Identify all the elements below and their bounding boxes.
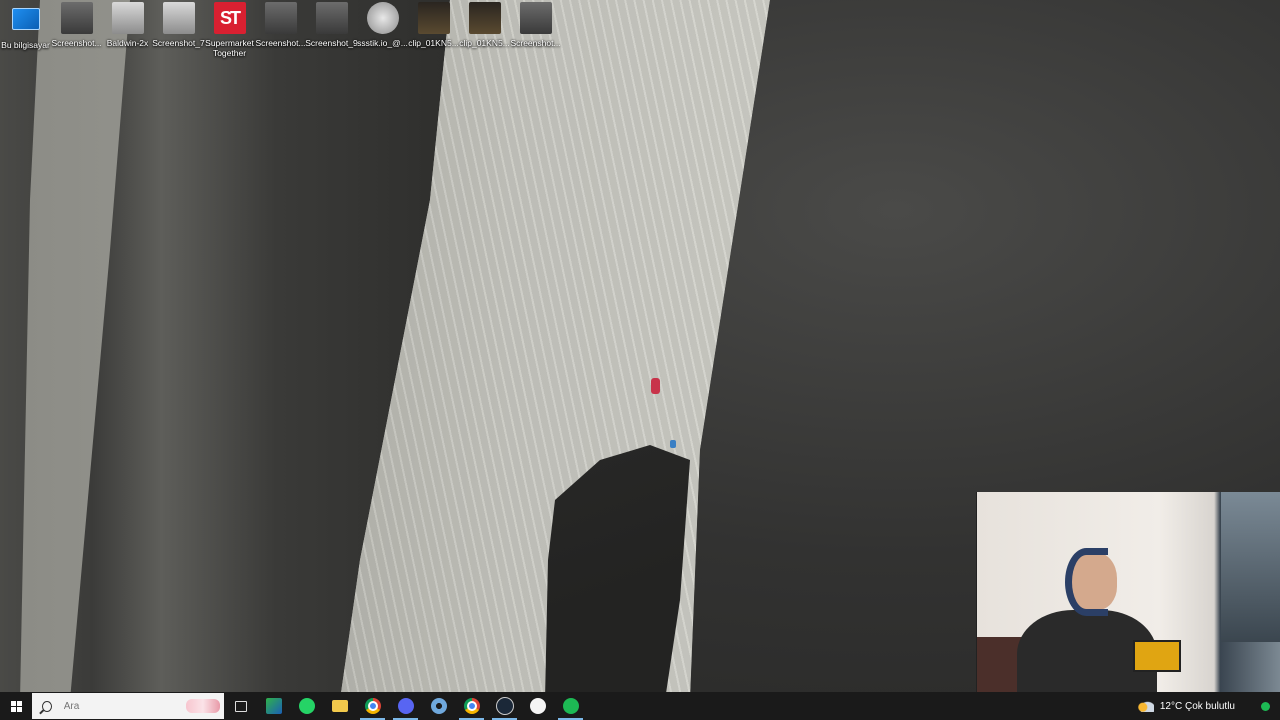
taskbar-bluestacks[interactable]	[257, 692, 290, 720]
desktop-icon-screenshot-9[interactable]: Screenshot_9	[305, 0, 358, 60]
image-file-icon	[111, 2, 144, 34]
weather-temperature: 12°C	[1159, 700, 1183, 712]
game-shortcut-icon: ST	[213, 2, 246, 34]
wallpaper-climber	[670, 440, 676, 448]
steam-icon	[495, 697, 514, 715]
desktop-icon-screenshot[interactable]: Screenshot...	[255, 0, 306, 60]
taskbar-chrome[interactable]	[356, 692, 389, 720]
computer-icon	[11, 8, 40, 30]
desktop-icon-supermarket-together[interactable]: ST Supermarket Together	[204, 0, 255, 60]
chrome-center-icon	[367, 701, 378, 711]
taskbar: 12°C Çok bulutlu	[0, 692, 1280, 720]
image-file-icon	[366, 2, 399, 34]
discord-icon	[397, 698, 414, 714]
image-file-icon	[315, 2, 348, 34]
desktop-icon-this-pc[interactable]: Bu bilgisayar	[0, 0, 51, 60]
image-file-icon	[162, 2, 195, 34]
folder-icon	[331, 700, 348, 712]
taskbar-search[interactable]	[32, 693, 224, 719]
taskbar-media-player[interactable]	[521, 692, 554, 720]
desktop-icon-screenshot-7[interactable]: Screenshot_7	[152, 0, 205, 60]
taskbar-chrome-profile[interactable]	[455, 692, 488, 720]
webcam-toolbox	[1133, 640, 1181, 672]
video-file-icon	[417, 2, 450, 34]
play-icon	[529, 698, 546, 714]
desktop-icon-ssstik[interactable]: ssstik.io_@...	[357, 0, 408, 60]
image-file-icon	[519, 2, 552, 34]
desktop-icon-label: Screenshot_9	[305, 38, 358, 48]
desktop-icon-label: Screenshot_7	[152, 38, 205, 48]
bluestacks-icon	[265, 698, 282, 714]
video-file-icon	[468, 2, 501, 34]
desktop-icon-screenshot[interactable]: Screenshot...	[510, 0, 561, 60]
wallpaper-climber	[651, 378, 660, 394]
desktop-icon-label: Screenshot...	[510, 38, 561, 48]
desktop-icon-label: Screenshot...	[255, 38, 306, 48]
desktop-icon-label: ssstik.io_@...	[357, 38, 408, 48]
whatsapp-icon	[298, 698, 315, 714]
taskbar-steam[interactable]	[488, 692, 521, 720]
search-highlight-icon	[185, 699, 220, 713]
weather-condition: Çok bulutlu	[1184, 700, 1235, 712]
windows-logo-icon	[10, 700, 22, 712]
desktop-icon-label: clip_01KN5...	[459, 38, 510, 48]
desktop-icon-label: Bu bilgisayar	[1, 40, 50, 50]
desktop-icon-screenshot[interactable]: Screenshot...	[51, 0, 102, 60]
chrome-center-icon	[466, 701, 477, 711]
desktop-icon-row: Bu bilgisayar Screenshot... Baldwin-2x S…	[0, 0, 561, 60]
gear-icon	[430, 698, 447, 714]
taskbar-discord[interactable]	[389, 692, 422, 720]
system-tray: 12°C Çok bulutlu	[1137, 692, 1280, 720]
spotify-tray-icon[interactable]	[1261, 701, 1270, 711]
weather-widget[interactable]: 12°C Çok bulutlu	[1160, 701, 1235, 712]
spotify-icon	[562, 698, 579, 714]
taskbar-settings-app[interactable]	[422, 692, 455, 720]
image-file-icon	[60, 2, 93, 34]
taskbar-whatsapp[interactable]	[290, 692, 323, 720]
image-file-icon	[264, 2, 297, 34]
start-button[interactable]	[0, 692, 32, 720]
webcam-window-bg	[1221, 492, 1280, 642]
desktop-icon-label: Screenshot...	[51, 38, 102, 48]
desktop-icon-label: clip_01KN5...	[408, 38, 459, 48]
desktop-icon-label: Baldwin-2x	[106, 38, 149, 48]
task-view-icon	[234, 700, 247, 712]
search-input[interactable]	[61, 699, 186, 713]
search-icon	[42, 700, 52, 712]
headset-icon	[1065, 548, 1108, 616]
weather-icon[interactable]	[1137, 700, 1154, 712]
desktop-icon-label: Supermarket Together	[205, 38, 254, 58]
desktop-icon-clip[interactable]: clip_01KN5...	[408, 0, 459, 60]
desktop-icon-baldwin[interactable]: Baldwin-2x	[102, 0, 153, 60]
desktop-icon-clip[interactable]: clip_01KN5...	[459, 0, 510, 60]
taskbar-task-view[interactable]	[224, 692, 257, 720]
webcam-overlay	[976, 492, 1280, 720]
taskbar-file-explorer[interactable]	[323, 692, 356, 720]
taskbar-spotify[interactable]	[554, 692, 587, 720]
